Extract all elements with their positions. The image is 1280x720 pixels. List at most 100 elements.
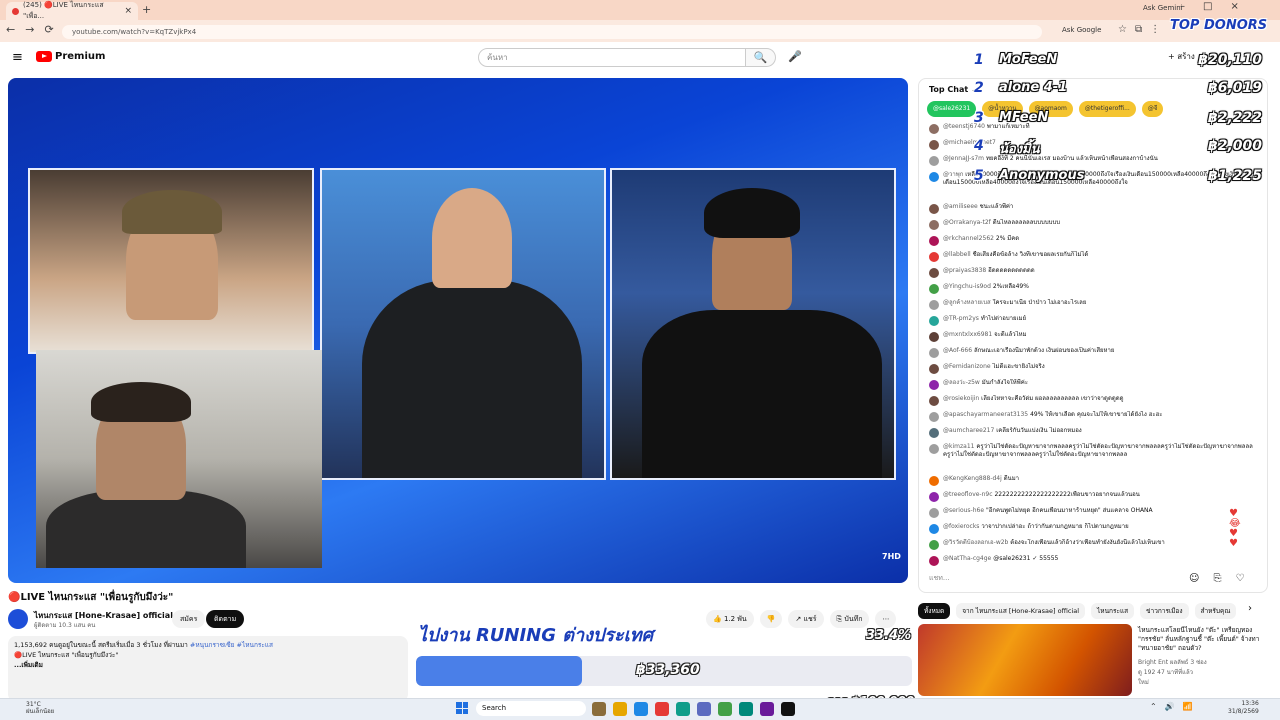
user-avatar[interactable] [929,268,939,278]
chat-message[interactable]: @Yingchu-is9od 2%เหลือ49% [929,283,1259,299]
user-avatar[interactable] [929,508,939,518]
filter-chip[interactable]: ข่าวการเมือง [1140,603,1189,619]
chat-author[interactable]: @วาพุก [943,171,963,178]
user-avatar[interactable] [929,556,939,566]
chat-author[interactable]: @mxntxlxx6981 [943,331,992,338]
chat-author[interactable]: @ลูกค้างหลายเบส [943,299,991,306]
minimize-icon[interactable]: – [1180,1,1185,12]
browser-tab[interactable]: (245) 🔴LIVE ไหนกระแส "เพื่อ... × [6,1,138,20]
app-icon[interactable] [592,702,606,716]
extensions-icon[interactable]: ⧉ [1135,24,1142,35]
user-avatar[interactable] [929,332,939,342]
video-player[interactable]: 7HD [8,78,908,583]
user-avatar[interactable] [929,428,939,438]
chat-message[interactable]: @treeoflove-n9c 22222222222222222222เพื่… [929,491,1259,507]
chat-message[interactable]: @praiyas3838 อีดดดดดดดดดดด [929,267,1259,283]
chat-author[interactable]: @praiyas3838 [943,267,986,274]
chat-message[interactable]: @llabbell ชื่อเสียงคือข้อล้าง วิ่งที่เขา… [929,251,1259,267]
chat-message[interactable]: @mxntxlxx6981 จะดีแล้วไหม [929,331,1259,347]
heart-icon[interactable]: ♡ [1235,573,1244,584]
user-avatar[interactable] [929,540,939,550]
back-icon[interactable]: ← [6,23,15,36]
user-avatar[interactable] [929,140,939,150]
chat-author[interactable]: @amiliseee [943,203,978,210]
user-avatar[interactable] [929,492,939,502]
network-icon[interactable]: 📶 [1183,702,1193,711]
chat-message[interactable]: @Femidanizone ไม่ดีแฮะขายิ่งไม่จริง [929,363,1259,379]
voice-search-icon[interactable]: 🎤 [788,50,802,63]
emoji-icon[interactable]: ☺ [1189,573,1199,584]
chat-author[interactable]: @Aof-666 [943,347,972,354]
volume-icon[interactable]: 🔊 [1165,702,1175,711]
chat-message[interactable]: @ลองว่ะ-z5w มันกำลังใจให้พี่ค่ะ [929,379,1259,395]
youtube-logo[interactable]: Premium [36,51,105,62]
user-avatar[interactable] [929,284,939,294]
show-more-link[interactable]: ...เพิ่มเติม [14,660,402,670]
user-avatar[interactable] [929,348,939,358]
user-avatar[interactable] [929,524,939,534]
chat-author[interactable]: @serious-h6e [943,507,984,514]
new-tab-button[interactable]: + [142,3,151,16]
user-avatar[interactable] [929,124,939,134]
chat-message[interactable]: @วิรวัตตีบ้องลอกเอ-w2b ต้องจะโกงเพื่อนแล… [929,539,1259,555]
chat-message[interactable]: @serious-h6e "อีกคนพูดไม่หยุด อีกคนเพื่อ… [929,507,1259,523]
chat-author[interactable]: @Orrakanya-t2f [943,219,991,226]
app-icon[interactable] [739,702,753,716]
chat-message[interactable]: @Orrakanya-t2f ดีนไหลลลลลลลบบบบบบบ [929,219,1259,235]
chat-author[interactable]: @Femidanizone [943,363,991,370]
close-window-icon[interactable]: × [1230,1,1238,12]
chat-author[interactable]: @TR-pm2ys [943,315,979,322]
chat-message[interactable]: @aumcharee217 เคลียร์กันวันแบ่งเงิน ไม่อ… [929,427,1259,443]
filter-chip[interactable]: ทั้งหมด [918,603,951,619]
maximize-icon[interactable]: □ [1203,1,1212,12]
user-avatar[interactable] [929,412,939,422]
app-icon[interactable] [718,702,732,716]
chat-author[interactable]: @aumcharee217 [943,427,994,434]
user-avatar[interactable] [929,396,939,406]
ask-gemini-button[interactable]: Ask Gemini [1143,4,1183,12]
forward-icon[interactable]: → [25,23,34,36]
taskbar-clock[interactable]: 13:36 31/8/2569 [1228,700,1259,716]
chat-message[interactable]: @NatTha-cg4ge @sale26231 ✓ 55555 [929,555,1259,571]
chat-mode-dropdown[interactable]: Top Chat ⌄ [929,85,978,94]
chat-message[interactable]: @foxierocks วาจาปากเปล่าอะ ถ้าว่ากันตามก… [929,523,1259,539]
user-avatar[interactable] [929,364,939,374]
chat-author[interactable]: @ลองว่ะ-z5w [943,379,980,386]
chat-author[interactable]: @llabbell [943,251,971,258]
store-icon[interactable] [697,702,711,716]
hamburger-menu-icon[interactable]: ≡ [12,50,23,65]
search-button[interactable]: 🔍 [746,48,776,67]
chat-message[interactable]: @KengKeng888-d4j ดีนมา [929,475,1259,491]
chat-input[interactable]: แชท... [929,573,1169,584]
recommended-video-thumbnail[interactable] [918,624,1132,696]
chat-message[interactable]: @amiliseee ชนะแล้วพี่ค่า [929,203,1259,219]
chips-next-icon[interactable]: › [1248,603,1252,614]
user-avatar[interactable] [929,444,939,454]
weather-widget[interactable]: 31°C ฝนเล็กน้อย [26,701,54,715]
user-avatar[interactable] [929,380,939,390]
recommended-video-title[interactable]: ไหนกระแสโลยนีไหนยัง "ต๊ะ" เหรียญทอง "กรร… [1138,626,1268,653]
chat-author[interactable]: @วิรวัตตีบ้องลอกเอ-w2b [943,539,1008,546]
taskbar-search[interactable]: Search [476,701,586,716]
chat-author[interactable]: @apaschayarmaneerat3135 [943,411,1028,418]
filter-chip[interactable]: ไหนกระแส [1091,603,1135,619]
app-icon[interactable] [781,702,795,716]
bookmark-star-icon[interactable]: ☆ [1118,24,1127,35]
more-actions-button[interactable]: ⋯ [875,610,897,628]
user-avatar[interactable] [929,204,939,214]
user-avatar[interactable] [929,300,939,310]
chat-author[interactable]: @rkchannel2562 [943,235,994,242]
filter-chip[interactable]: จาก ไหนกระแส [Hone-Krasae] official [956,603,1086,619]
ask-google-button[interactable]: Ask Google [1062,26,1101,34]
file-explorer-icon[interactable] [613,702,627,716]
app-icon[interactable] [760,702,774,716]
url-input[interactable]: youtube.com/watch?v=KqTZvjkPx4 [62,25,1042,39]
user-avatar[interactable] [929,252,939,262]
chat-author[interactable]: @NatTha-cg4ge [943,555,991,562]
chat-message[interactable]: @apaschayarmaneerat3135 49% ให้เขาเลือด … [929,411,1259,427]
user-avatar[interactable] [929,172,939,182]
filter-chip[interactable]: สำหรับคุณ [1194,603,1237,619]
like-button[interactable]: 👍 1.2 พัน [706,610,754,628]
chat-author[interactable]: @kimza11 [943,443,974,450]
chat-message[interactable]: @rosiekoijin เลี้ยงไหหาจะคือวัด่ม ผอลลลล… [929,395,1259,411]
